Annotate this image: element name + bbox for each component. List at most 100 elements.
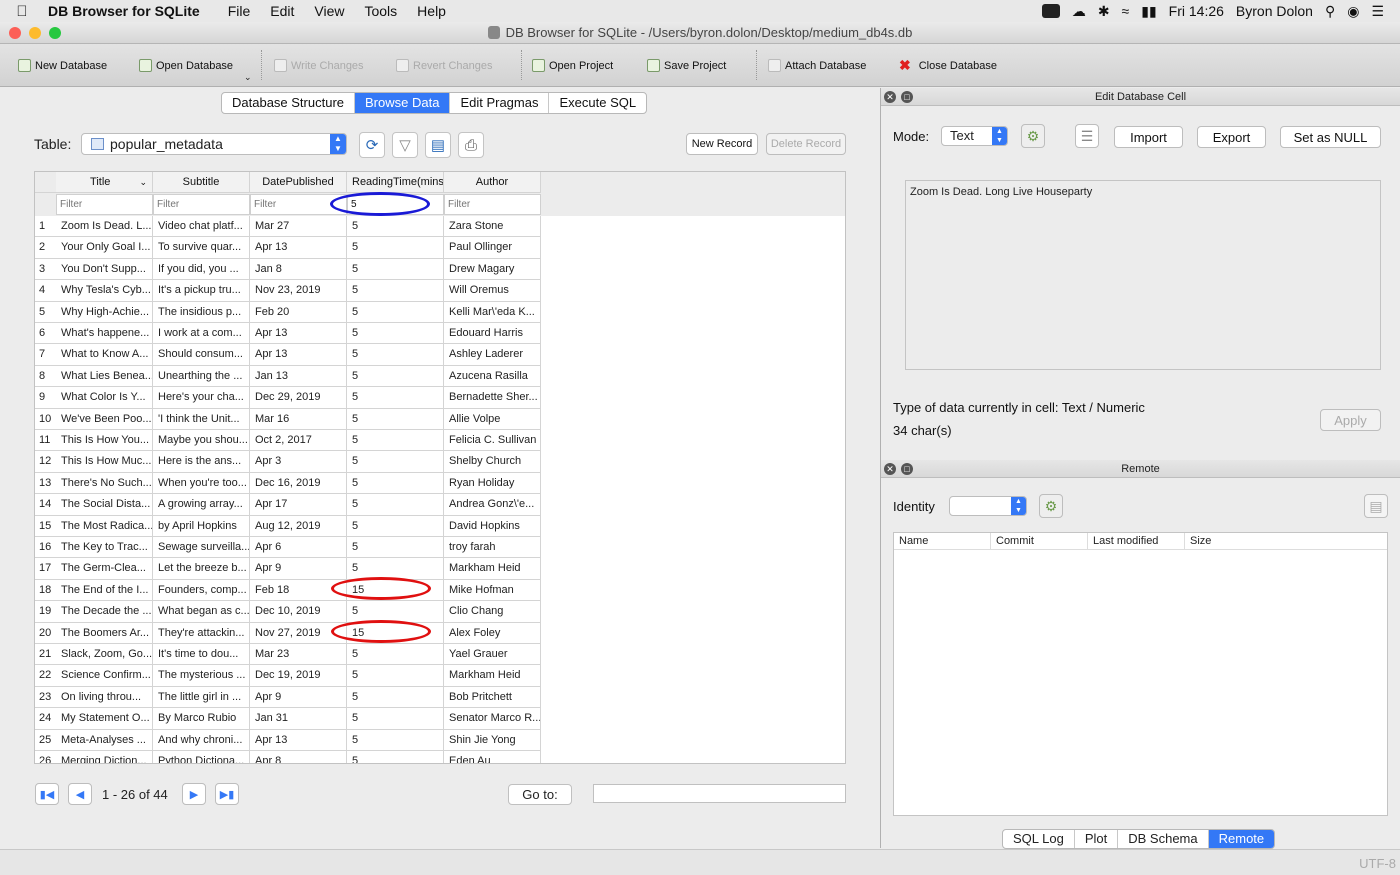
table-cell[interactable]: Mar 23: [250, 644, 347, 666]
search-icon[interactable]: ⚲: [1325, 3, 1335, 20]
new-record-button[interactable]: New Record: [686, 133, 758, 155]
wifi-icon[interactable]: ≈: [1122, 3, 1130, 19]
goto-input[interactable]: [593, 784, 846, 803]
tab-sql-log[interactable]: SQL Log: [1003, 830, 1075, 848]
table-cell[interactable]: Apr 17: [250, 494, 347, 516]
mode-select[interactable]: Text ▲ ▼: [941, 126, 1008, 146]
column-header-author[interactable]: Author: [444, 172, 541, 194]
table-cell[interactable]: 5: [347, 451, 444, 473]
table-row[interactable]: 6 What's happene... I work at a com... Apr …: [35, 323, 541, 345]
table-row[interactable]: 1 Zoom Is Dead. L... Video chat platf... Ma…: [35, 216, 541, 238]
table-select[interactable]: popular_metadata ▲ ▼: [81, 133, 347, 155]
filter-subtitle-input[interactable]: [153, 194, 250, 216]
table-cell[interactable]: by April Hopkins: [153, 515, 250, 537]
table-cell[interactable]: Here's your cha...: [153, 387, 250, 409]
set-null-button[interactable]: Set as NULL: [1280, 126, 1381, 148]
table-cell[interactable]: 5: [347, 237, 444, 259]
table-cell[interactable]: 5: [347, 494, 444, 516]
table-cell[interactable]: The Most Radica...: [56, 515, 153, 537]
table-cell[interactable]: Jan 8: [250, 258, 347, 281]
table-cell[interactable]: The Germ-Clea...: [56, 558, 153, 580]
table-cell[interactable]: 5: [347, 601, 444, 623]
table-cell[interactable]: Video chat platf...: [153, 216, 250, 238]
table-cell[interactable]: What Color Is Y...: [56, 387, 153, 409]
table-cell[interactable]: The Boomers Ar...: [56, 622, 153, 644]
menu-tools[interactable]: Tools: [354, 3, 407, 19]
table-cell[interactable]: What began as c...: [153, 601, 250, 623]
table-cell[interactable]: Drew Magary: [444, 258, 541, 281]
remote-file-list[interactable]: Name Commit Last modified Size: [893, 532, 1388, 816]
cell-editor-textarea[interactable]: Zoom Is Dead. Long Live Houseparty: [905, 180, 1381, 370]
table-cell[interactable]: On living throu...: [56, 686, 153, 709]
auto-mode-button[interactable]: ⚙: [1021, 124, 1045, 148]
table-cell[interactable]: Mar 27: [250, 216, 347, 238]
clear-filters-button[interactable]: ▽: [392, 132, 418, 158]
close-dock-icon[interactable]: ✕: [884, 91, 896, 103]
table-cell[interactable]: Yael Grauer: [444, 644, 541, 666]
column-header-title[interactable]: Title ⌄: [56, 172, 153, 194]
table-cell[interactable]: Apr 6: [250, 537, 347, 559]
table-cell[interactable]: Shelby Church: [444, 451, 541, 473]
open-database-button[interactable]: Open Database: [139, 59, 233, 72]
table-cell[interactable]: Sewage surveilla...: [153, 537, 250, 559]
table-cell[interactable]: 5: [347, 430, 444, 452]
table-row[interactable]: 14 The Social Dista... A growing array... A…: [35, 494, 541, 516]
table-cell[interactable]: I work at a com...: [153, 323, 250, 345]
table-cell[interactable]: Zara Stone: [444, 216, 541, 238]
table-cell[interactable]: Shin Jie Yong: [444, 729, 541, 751]
table-cell[interactable]: Science Confirm...: [56, 665, 153, 687]
table-row[interactable]: 8 What Lies Benea... Unearthing the ... Jan…: [35, 365, 541, 388]
table-cell[interactable]: Jan 31: [250, 708, 347, 730]
last-page-button[interactable]: ▶▮: [215, 783, 239, 805]
table-cell[interactable]: Andrea Gonz\'e...: [444, 494, 541, 516]
table-cell[interactable]: Slack, Zoom, Go...: [56, 644, 153, 666]
table-cell[interactable]: Dec 16, 2019: [250, 472, 347, 495]
table-row[interactable]: 18 The End of the I... Founders, comp... Fe…: [35, 579, 541, 602]
table-cell[interactable]: It's time to dou...: [153, 644, 250, 666]
table-cell[interactable]: Apr 13: [250, 323, 347, 345]
remote-col-commit[interactable]: Commit: [991, 533, 1088, 549]
previous-page-button[interactable]: ◀: [68, 783, 92, 805]
table-cell[interactable]: Allie Volpe: [444, 408, 541, 430]
next-page-button[interactable]: ▶: [182, 783, 206, 805]
table-cell[interactable]: A growing array...: [153, 494, 250, 516]
zoom-window-button[interactable]: [49, 27, 61, 39]
table-row[interactable]: 22 Science Confirm... The mysterious ... De…: [35, 665, 541, 687]
table-cell[interactable]: 5: [347, 365, 444, 388]
table-cell[interactable]: You Don't Supp...: [56, 258, 153, 281]
table-cell[interactable]: Dec 10, 2019: [250, 601, 347, 623]
screen-recording-icon[interactable]: [1041, 4, 1060, 18]
table-cell[interactable]: Ashley Laderer: [444, 344, 541, 366]
table-row[interactable]: 9 What Color Is Y... Here's your cha... Dec…: [35, 387, 541, 409]
delete-record-button[interactable]: Delete Record: [766, 133, 846, 155]
table-cell[interactable]: Why Tesla's Cyb...: [56, 280, 153, 302]
table-cell[interactable]: The Social Dista...: [56, 494, 153, 516]
user-name[interactable]: Byron Dolon: [1236, 3, 1313, 19]
table-cell[interactable]: Maybe you shou...: [153, 430, 250, 452]
table-cell[interactable]: Mar 16: [250, 408, 347, 430]
word-wrap-button[interactable]: ☰: [1075, 124, 1099, 148]
table-cell[interactable]: The Decade the ...: [56, 601, 153, 623]
table-row[interactable]: 4 Why Tesla's Cyb... It's a pickup tru... N…: [35, 280, 541, 302]
column-header-subtitle[interactable]: Subtitle: [153, 172, 250, 194]
tab-remote[interactable]: Remote: [1208, 830, 1275, 848]
table-cell[interactable]: Unearthing the ...: [153, 365, 250, 388]
menu-help[interactable]: Help: [407, 3, 456, 19]
table-cell[interactable]: Let the breeze b...: [153, 558, 250, 580]
clock[interactable]: Fri 14:26: [1169, 3, 1224, 19]
table-cell[interactable]: Paul Ollinger: [444, 237, 541, 259]
table-row[interactable]: 5 Why High-Achie... The insidious p... Feb …: [35, 301, 541, 323]
table-cell[interactable]: This Is How Muc...: [56, 451, 153, 473]
tab-execute-sql[interactable]: Execute SQL: [549, 93, 646, 113]
table-cell[interactable]: Azucena Rasilla: [444, 365, 541, 388]
apple-icon[interactable]: : [0, 3, 44, 20]
table-cell[interactable]: What Lies Benea...: [56, 365, 153, 388]
goto-button[interactable]: Go to:: [508, 784, 572, 805]
table-row[interactable]: 16 The Key to Trac... Sewage surveilla... A…: [35, 537, 541, 559]
table-cell[interactable]: We've Been Poo...: [56, 408, 153, 430]
table-cell[interactable]: This Is How You...: [56, 430, 153, 452]
table-cell[interactable]: The Key to Trac...: [56, 537, 153, 559]
table-cell[interactable]: The mysterious ...: [153, 665, 250, 687]
menu-edit[interactable]: Edit: [260, 3, 304, 19]
table-cell[interactable]: Python Dictiona...: [153, 751, 250, 763]
